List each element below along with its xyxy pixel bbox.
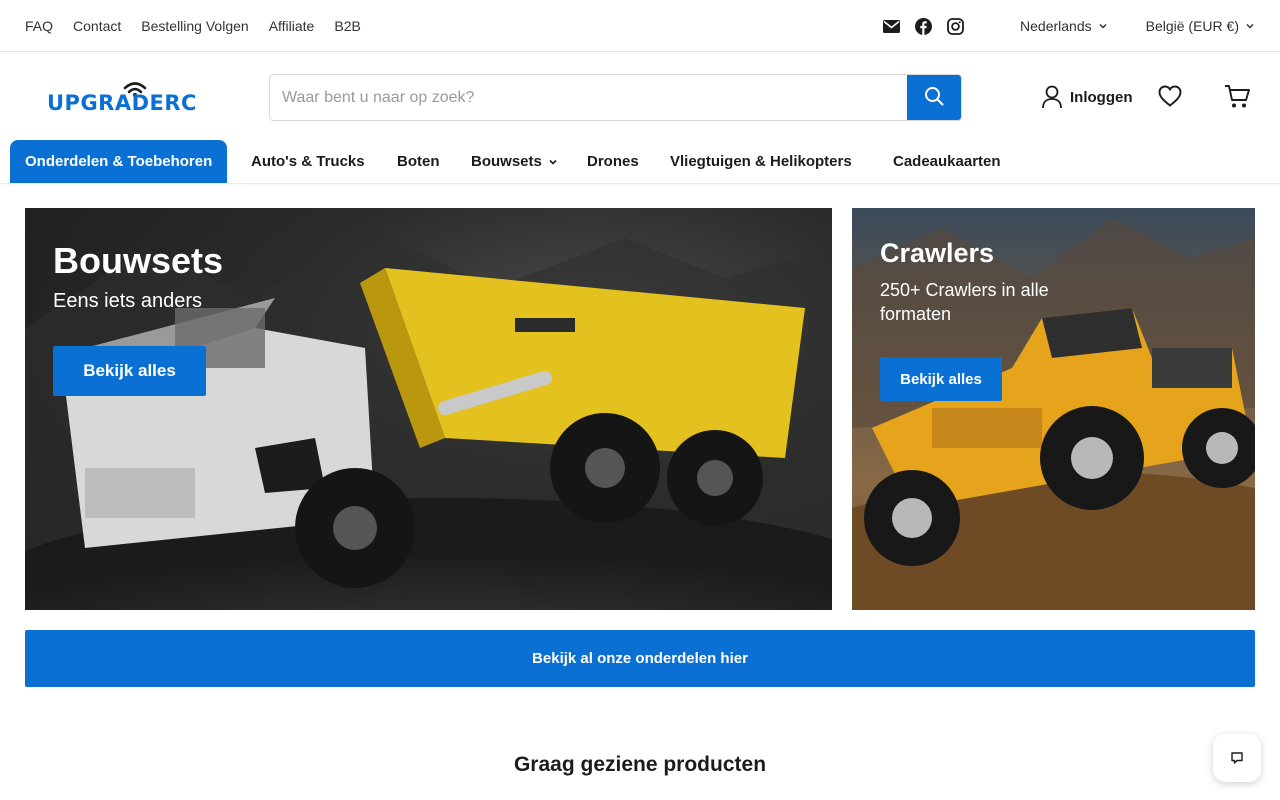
view-all-parts-button[interactable]: Bekijk al onze onderdelen hier — [25, 630, 1255, 687]
site-header: UPGRADERC Inloggen — [0, 52, 1280, 140]
hero-banner-crawlers[interactable]: Crawlers 250+ Crawlers in alle formaten … — [852, 208, 1255, 610]
link-b2b[interactable]: B2B — [334, 17, 360, 35]
link-affiliate[interactable]: Affiliate — [269, 17, 315, 35]
nav-label: Bouwsets — [471, 153, 542, 170]
nav-item-parts[interactable]: Onderdelen & Toebehoren — [10, 140, 228, 183]
user-icon — [1042, 85, 1062, 109]
nav-item-planes-helicopters[interactable]: Vliegtuigen & Helikopters — [655, 140, 867, 183]
logo-text: UPGRADERC — [47, 91, 197, 115]
cart-icon — [1225, 85, 1250, 108]
heart-icon — [1158, 85, 1182, 107]
utility-bar: FAQ Contact Bestelling Volgen Affiliate … — [0, 0, 1280, 52]
link-faq[interactable]: FAQ — [25, 17, 53, 35]
hero-subtitle: 250+ Crawlers in alle formaten — [880, 280, 1049, 324]
wishlist-button[interactable] — [1158, 85, 1182, 112]
hero-kits-button[interactable]: Bekijk alles — [53, 346, 206, 396]
account-link[interactable]: Inloggen — [1042, 85, 1133, 109]
chat-icon — [1231, 752, 1243, 764]
chevron-down-icon — [1245, 21, 1255, 31]
nav-item-cars-trucks[interactable]: Auto's & Trucks — [236, 140, 380, 183]
hero-title: Crawlers — [880, 238, 995, 268]
utility-right: Nederlands België (EUR €) — [882, 14, 1255, 38]
main-nav: Onderdelen & Toebehoren Auto's & Trucks … — [0, 140, 1280, 184]
nav-item-gift-cards[interactable]: Cadeaukaarten — [878, 140, 1016, 183]
link-order-tracking[interactable]: Bestelling Volgen — [141, 17, 248, 35]
nav-item-drones[interactable]: Drones — [572, 140, 654, 183]
search-icon — [924, 86, 944, 109]
logo[interactable]: UPGRADERC — [47, 78, 227, 118]
chevron-down-icon — [1098, 21, 1108, 31]
hero-banner-kits[interactable]: Bouwsets Eens iets anders Bekijk alles — [25, 208, 832, 610]
nav-label: Cadeaukaarten — [893, 153, 1001, 170]
currency-label: België (EUR €) — [1145, 18, 1239, 34]
nav-item-boats[interactable]: Boten — [382, 140, 455, 183]
language-label: Nederlands — [1020, 18, 1092, 34]
account-label: Inloggen — [1070, 88, 1133, 106]
chevron-down-icon — [548, 157, 558, 167]
hero-subtitle: Eens iets anders — [53, 290, 202, 312]
nav-item-kits[interactable]: Bouwsets — [456, 140, 573, 183]
hero-crawlers-button[interactable]: Bekijk alles — [880, 357, 1002, 401]
instagram-icon[interactable] — [946, 17, 964, 35]
nav-label: Onderdelen & Toebehoren — [25, 153, 213, 170]
section-title: Graag geziene producten — [513, 753, 767, 776]
hero-title: Bouwsets — [53, 240, 224, 281]
facebook-icon[interactable] — [914, 17, 932, 35]
nav-label: Drones — [587, 153, 639, 170]
currency-selector[interactable]: België (EUR €) — [1146, 18, 1255, 34]
nav-label: Boten — [397, 153, 440, 170]
nav-label: Vliegtuigen & Helikopters — [670, 153, 852, 170]
search-bar — [269, 74, 962, 121]
email-icon[interactable] — [882, 17, 900, 35]
cart-button[interactable] — [1224, 84, 1251, 114]
utility-links: FAQ Contact Bestelling Volgen Affiliate … — [25, 17, 381, 35]
language-selector[interactable]: Nederlands — [1020, 18, 1108, 34]
chat-button[interactable] — [1213, 734, 1261, 782]
search-button[interactable] — [907, 75, 961, 120]
nav-label: Auto's & Trucks — [251, 153, 365, 170]
link-contact[interactable]: Contact — [73, 17, 121, 35]
search-input[interactable] — [270, 75, 907, 120]
social-links — [882, 17, 964, 35]
